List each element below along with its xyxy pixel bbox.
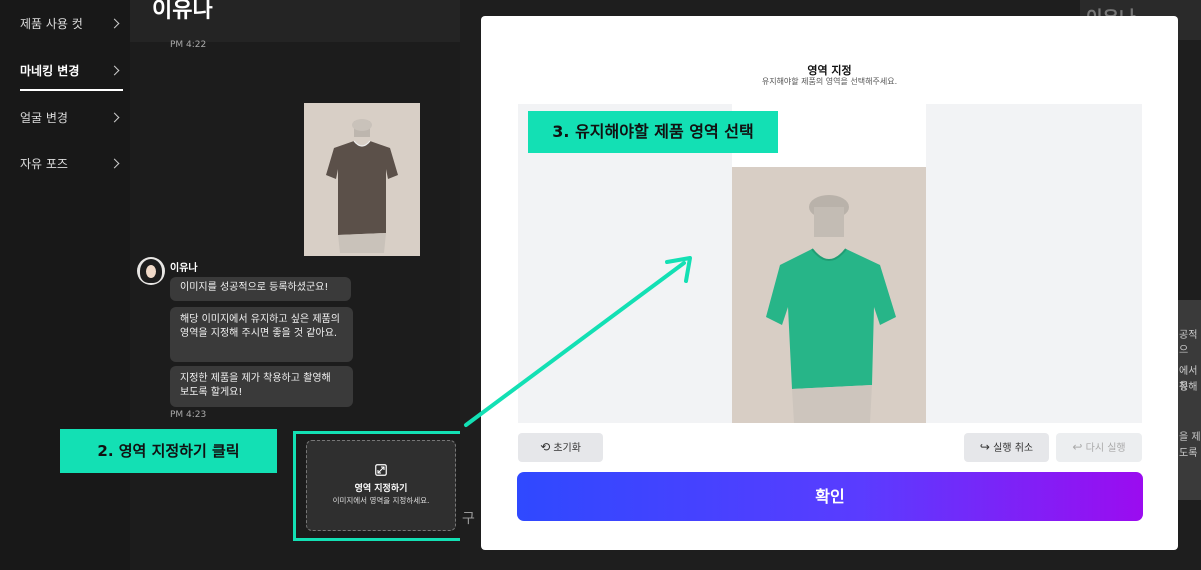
reset-button[interactable]: ⟲ 초기화	[518, 433, 603, 462]
redo-arrow-icon: ↪	[979, 440, 990, 454]
redo-label: 다시 실행	[1085, 443, 1126, 454]
redo-button[interactable]: ↩ 다시 실행	[1056, 433, 1142, 462]
confirm-button[interactable]: 확인	[517, 472, 1143, 521]
refresh-icon: ⟲	[540, 440, 551, 454]
undo-arrow-icon: ↩	[1072, 440, 1083, 454]
undo-button[interactable]: ↪ 실행 취소	[964, 433, 1049, 462]
reset-label: 초기화	[553, 443, 581, 454]
undo-label: 실행 취소	[993, 443, 1034, 454]
